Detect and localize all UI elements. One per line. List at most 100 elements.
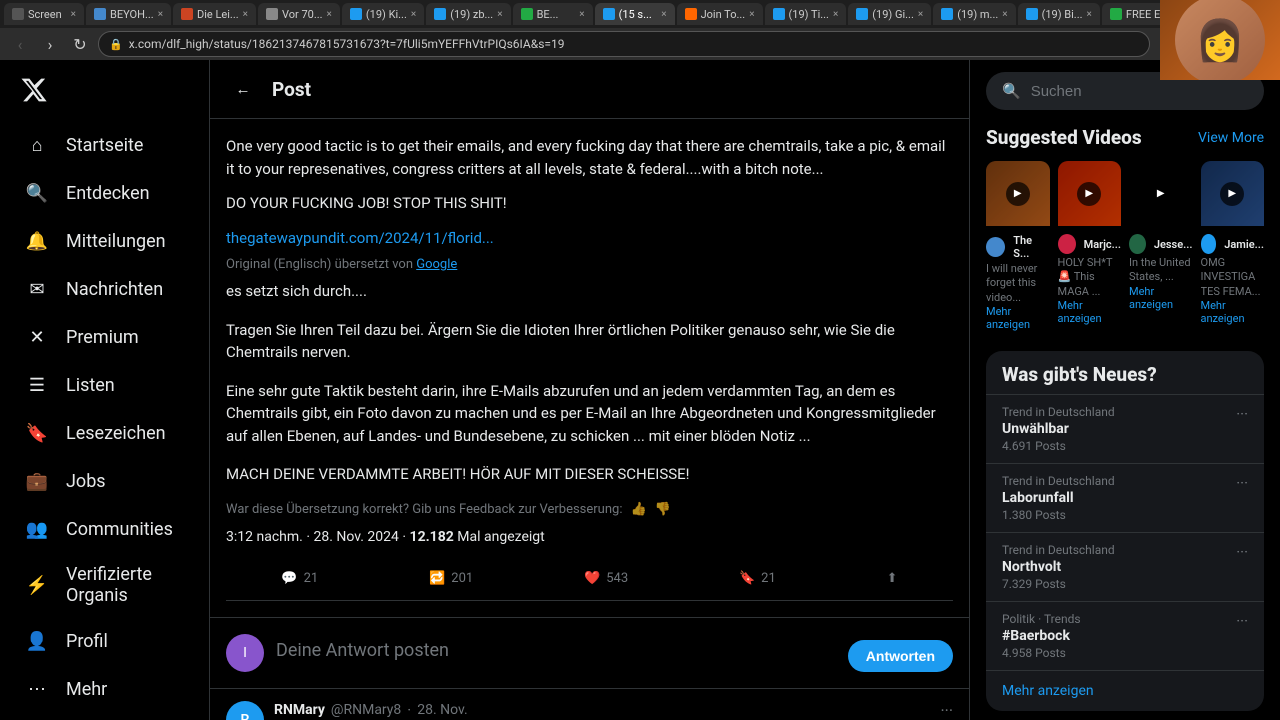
reply-input-placeholder[interactable]: Deine Antwort posten	[276, 634, 836, 661]
like-action[interactable]: ❤️ 543	[574, 565, 638, 592]
sidebar-label-premium: Premium	[66, 327, 139, 348]
suggested-videos-header: Suggested Videos View More	[986, 126, 1264, 149]
google-translate-link[interactable]: Google	[416, 257, 457, 272]
sidebar-item-lists[interactable]: ☰ Listen	[12, 362, 197, 408]
sidebar-item-more[interactable]: ⋯ Mehr	[12, 666, 197, 712]
browser-tab-11[interactable]: (19) Gi...×	[848, 3, 931, 25]
browser-tab-5[interactable]: (19) Ki...×	[342, 3, 424, 25]
search-icon: 🔍	[24, 180, 50, 206]
bookmark-action[interactable]: 🔖 21	[729, 565, 786, 592]
thumbs-up-button[interactable]: 👍	[630, 502, 646, 517]
retweet-action[interactable]: 🔁 201	[419, 565, 483, 592]
play-button-1[interactable]: ▶	[1006, 182, 1030, 206]
video-info-1: The S... I will never forget this video.…	[986, 226, 1050, 335]
search-input[interactable]	[1031, 83, 1248, 100]
browser-tab-4[interactable]: Vor 70...×	[258, 3, 340, 25]
sidebar-item-notifications[interactable]: 🔔 Mitteilungen	[12, 218, 197, 264]
post-link[interactable]: thegatewaypundit.com/2024/11/florid...	[226, 227, 953, 250]
sidebar-item-premium[interactable]: ✕ Premium	[12, 314, 197, 360]
comment-time: 28. Nov.	[417, 702, 468, 718]
post-translated-1: es setzt sich durch....	[226, 280, 953, 303]
trend-more-icon-2[interactable]: ···	[1236, 474, 1248, 492]
video-more-4[interactable]: Mehr anzeigen	[1201, 299, 1265, 325]
comment-rn-mary[interactable]: R RNMary @RNMary8 · 28. Nov. ··· Tenness…	[210, 689, 969, 720]
trend-more-icon-1[interactable]: ···	[1236, 405, 1248, 423]
sidebar-item-profile[interactable]: 👤 Profil	[12, 618, 197, 664]
trend-country-3: Trend in Deutschland	[1002, 543, 1115, 557]
main-content: ← Post One very good tactic is to get th…	[210, 60, 970, 720]
sidebar-item-bookmarks[interactable]: 🔖 Lesezeichen	[12, 410, 197, 456]
video-more-2[interactable]: Mehr anzeigen	[1058, 299, 1122, 325]
trend-item-3[interactable]: Trend in Deutschland Northvolt 7.329 Pos…	[986, 532, 1264, 601]
video-card-1[interactable]: ▶ The S... I will never forget this vide…	[986, 161, 1050, 335]
video-more-3[interactable]: Mehr anzeigen	[1129, 285, 1193, 311]
sidebar-item-jobs[interactable]: 💼 Jobs	[12, 458, 197, 504]
sidebar-item-verified[interactable]: ⚡ Verifizierte Organis	[12, 554, 197, 616]
heart-icon: ❤️	[584, 571, 600, 586]
video-username-1: The S...	[1013, 234, 1049, 260]
video-card-3[interactable]: ▶ Jesse... In the United States, ... Meh…	[1129, 161, 1193, 335]
trend-item-2[interactable]: Trend in Deutschland Laborunfall 1.380 P…	[986, 463, 1264, 532]
back-button[interactable]: ←	[226, 72, 260, 106]
video-username-3: Jesse...	[1154, 238, 1193, 251]
trend-item-3-header: Trend in Deutschland Northvolt 7.329 Pos…	[1002, 543, 1248, 591]
video-thumb-4: ▶	[1201, 161, 1265, 226]
browser-tab-7[interactable]: BE...×	[513, 3, 593, 25]
trend-name-4: #Baerbock	[1002, 628, 1081, 644]
bookmark-action-icon: 🔖	[739, 571, 755, 586]
mail-icon: ✉	[24, 276, 50, 302]
post-body: One very good tactic is to get their ema…	[210, 119, 969, 618]
browser-tab-6[interactable]: (19) zb...×	[426, 3, 510, 25]
browser-tab-9[interactable]: Join To...×	[677, 3, 763, 25]
browser-chrome: Screen× BEYOH...× Die Lei...× Vor 70...×…	[0, 0, 1280, 60]
post-translated-3: Eine sehr gute Taktik besteht darin, ihr…	[226, 380, 953, 448]
video-card-4[interactable]: ▶ Jamie... OMG INVESTIGA TES FEMA... Meh…	[1201, 161, 1265, 335]
browser-tab-12[interactable]: (19) m...×	[933, 3, 1015, 25]
reply-submit-button[interactable]: Antworten	[848, 640, 953, 672]
forward-button[interactable]: ›	[38, 32, 62, 56]
trend-name-3: Northvolt	[1002, 559, 1115, 575]
reply-action[interactable]: 💬 21	[271, 565, 328, 592]
thumbs-down-button[interactable]: 👎	[655, 502, 671, 517]
browser-tab-10[interactable]: (19) Ti...×	[765, 3, 847, 25]
address-bar[interactable]: 🔒 x.com/dlf_high/status/1862137467815731…	[98, 31, 1150, 57]
trend-more-icon-3[interactable]: ···	[1236, 543, 1248, 561]
play-button-2[interactable]: ▶	[1077, 182, 1101, 206]
sidebar-item-communities[interactable]: 👥 Communities	[12, 506, 197, 552]
comment-more-button[interactable]: ···	[940, 701, 953, 720]
video-grid: ▶ The S... I will never forget this vide…	[986, 161, 1264, 335]
browser-tab-2[interactable]: BEYOH...×	[86, 3, 171, 25]
video-thumb-1: ▶	[986, 161, 1050, 226]
right-sidebar: 👩 🔍 Suggested Videos View More ▶	[970, 60, 1280, 720]
post-views-count: 12.182	[410, 529, 454, 545]
play-overlay-3: ▶	[1129, 161, 1193, 226]
browser-tab-3[interactable]: Die Lei...×	[173, 3, 256, 25]
trend-item-4[interactable]: Politik · Trends #Baerbock 4.958 Posts ·…	[986, 601, 1264, 670]
post-url[interactable]: thegatewaypundit.com/2024/11/florid...	[226, 229, 494, 247]
share-action[interactable]: ⬆	[877, 565, 908, 592]
back-button[interactable]: ‹	[8, 32, 32, 56]
sidebar-item-messages[interactable]: ✉ Nachrichten	[12, 266, 197, 312]
video-card-2[interactable]: ▶ Marjc... HOLY SH*T 🚨 This MAGA ... Meh…	[1058, 161, 1122, 335]
post-text-content: One very good tactic is to get their ema…	[226, 137, 945, 178]
sidebar-item-home[interactable]: ⌂ Startseite	[12, 122, 197, 168]
trend-item-1[interactable]: Trend in Deutschland Unwählbar 4.691 Pos…	[986, 394, 1264, 463]
x-icon: ✕	[24, 324, 50, 350]
browser-tab-13[interactable]: (19) Bi...×	[1018, 3, 1100, 25]
main-layout: ⌂ Startseite 🔍 Entdecken 🔔 Mitteilungen …	[0, 60, 1280, 720]
browser-tab-active[interactable]: (15 s...×	[595, 3, 675, 25]
play-button-3[interactable]: ▶	[1149, 182, 1173, 206]
video-avatar-3	[1129, 234, 1146, 254]
view-more-link[interactable]: View More	[1198, 130, 1264, 146]
browser-tab-bar: Screen× BEYOH...× Die Lei...× Vor 70...×…	[0, 0, 1280, 28]
sidebar-label-bookmarks: Lesezeichen	[66, 423, 166, 444]
x-logo[interactable]	[12, 68, 197, 116]
trend-more-icon-4[interactable]: ···	[1236, 612, 1248, 630]
trending-title: Was gibt's Neues?	[986, 351, 1264, 394]
trending-more-link[interactable]: Mehr anzeigen	[986, 670, 1264, 711]
sidebar-item-explore[interactable]: 🔍 Entdecken	[12, 170, 197, 216]
reload-button[interactable]: ↻	[68, 32, 92, 56]
browser-tab-1[interactable]: Screen×	[4, 3, 84, 25]
play-button-4[interactable]: ▶	[1220, 182, 1244, 206]
video-more-1[interactable]: Mehr anzeigen	[986, 305, 1050, 331]
